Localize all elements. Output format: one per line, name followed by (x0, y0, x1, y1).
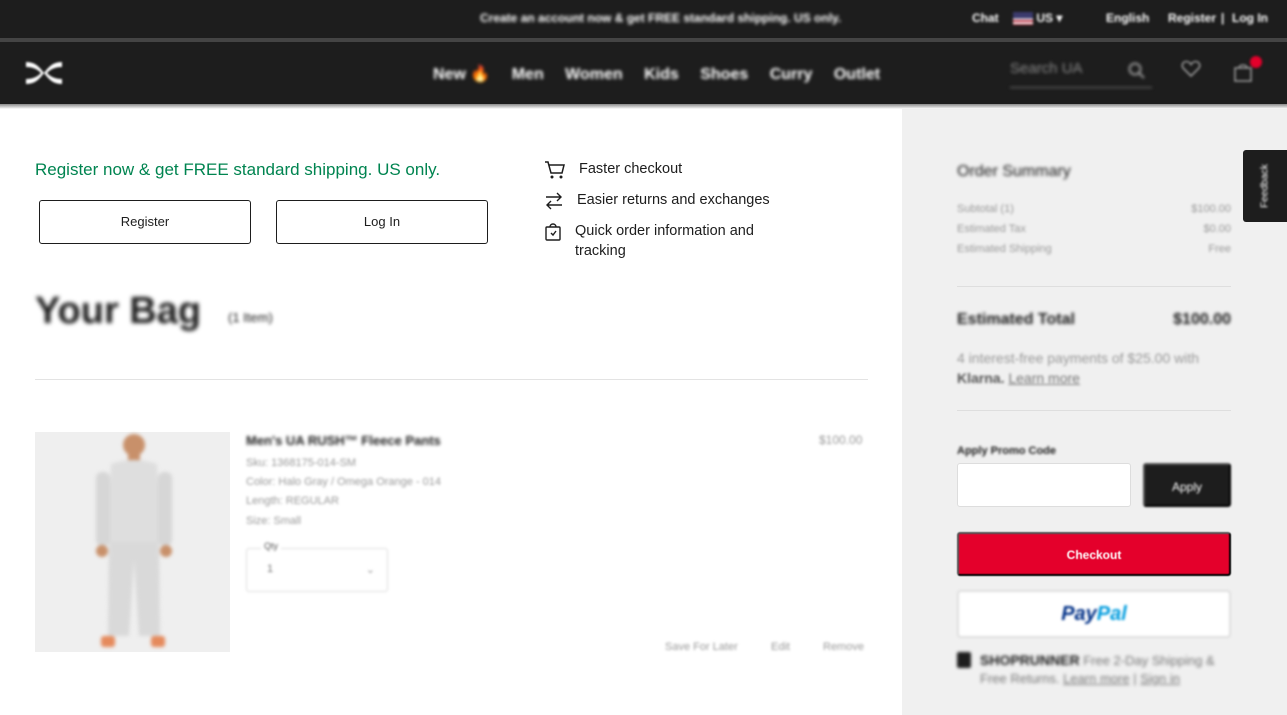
login-link[interactable]: Log In (1232, 11, 1268, 25)
shoprunner-icon (957, 652, 971, 668)
search-input[interactable]: Search UA (1010, 60, 1152, 88)
exchange-arrows-icon (546, 192, 562, 210)
remove-link[interactable]: Remove (823, 641, 864, 653)
package-icon (545, 223, 561, 241)
page-title: Your Bag (35, 290, 202, 332)
us-flag-icon (1013, 12, 1033, 26)
summary-value: Free (1208, 243, 1231, 255)
shoprunner-brand: SHOPRUNNER (980, 652, 1080, 668)
summary-label: Estimated Tax (957, 223, 1026, 235)
paypal-logo-pal: Pal (1096, 603, 1127, 625)
chevron-down-icon: ▾ (1056, 11, 1063, 25)
total-value: $100.00 (1173, 311, 1231, 328)
nav-item-curry[interactable]: Curry (770, 66, 813, 83)
summary-row-subtotal: Subtotal (1) $100.00 (957, 203, 1231, 215)
divider (957, 410, 1231, 411)
benefit-label: Faster checkout (579, 161, 683, 177)
country-selector[interactable]: US ▾ (1013, 11, 1063, 26)
nav-item-shoes[interactable]: Shoes (700, 66, 748, 83)
cart-icon (545, 161, 565, 179)
edit-link[interactable]: Edit (771, 641, 790, 653)
summary-value: $0.00 (1203, 223, 1231, 235)
language-link[interactable]: English (1106, 11, 1149, 25)
heart-icon[interactable] (1181, 60, 1201, 83)
product-photo-icon (96, 434, 172, 647)
paypal-logo-pay: Pay (1061, 603, 1097, 625)
product-color: Color: Halo Gray / Omega Orange - 014 (246, 476, 442, 488)
nav-item-new[interactable]: New 🔥 (433, 66, 490, 83)
nav-item-men[interactable]: Men (512, 66, 544, 83)
nav-item-kids[interactable]: Kids (644, 66, 679, 83)
item-count: (1 Item) (228, 310, 273, 325)
klarna-text: 4 interest-free payments of $25.00 with (957, 350, 1200, 366)
divider: | (1133, 671, 1137, 686)
shoprunner-signin-link[interactable]: Sign in (1140, 671, 1180, 686)
register-headline: Register now & get FREE standard shippin… (35, 160, 441, 179)
promo-text: Create an account now & get FREE standar… (480, 11, 842, 25)
shoprunner-learn-more-link[interactable]: Learn more (1063, 671, 1129, 686)
cart-count-badge (1250, 56, 1262, 68)
benefit-label: tracking (575, 243, 626, 259)
chat-link[interactable]: Chat (972, 11, 999, 25)
nav-links: New 🔥 Men Women Kids Shoes Curry Outlet (433, 64, 897, 84)
checkout-button[interactable]: Checkout (957, 532, 1231, 576)
klarna-message: 4 interest-free payments of $25.00 with … (957, 348, 1231, 388)
divider (35, 379, 868, 380)
feedback-tab[interactable]: Feedback (1243, 150, 1287, 222)
quantity-label: Qty (261, 541, 282, 551)
summary-row-shipping: Estimated Shipping Free (957, 243, 1231, 255)
total-label: Estimated Total (957, 311, 1075, 328)
main-nav: New 🔥 Men Women Kids Shoes Curry Outlet … (0, 42, 1287, 104)
promo-code-label: Apply Promo Code (957, 445, 1057, 457)
summary-row-tax: Estimated Tax $0.00 (957, 223, 1231, 235)
product-sku: Sku: 1368175-014-SM (246, 457, 357, 469)
benefit-label: Easier returns and exchanges (577, 192, 770, 208)
save-for-later-link[interactable]: Save For Later (665, 641, 738, 653)
apply-promo-button[interactable]: Apply (1143, 463, 1231, 507)
summary-label: Estimated Shipping (957, 243, 1052, 255)
login-button[interactable]: Log In (276, 200, 488, 244)
product-length: Length: REGULAR (246, 495, 339, 507)
benefit-label: Quick order information and (575, 223, 754, 239)
bag-icon[interactable] (1233, 56, 1262, 87)
nav-item-outlet[interactable]: Outlet (834, 66, 880, 83)
chevron-down-icon: ⌄ (365, 564, 375, 576)
quantity-select[interactable]: Qty 1 ⌄ (246, 541, 388, 592)
ua-logo-icon[interactable] (22, 59, 66, 92)
promo-code-input[interactable] (957, 463, 1131, 507)
product-size: Size: Small (246, 515, 302, 527)
search-icon[interactable] (1128, 62, 1146, 84)
nav-item-women[interactable]: Women (565, 66, 622, 83)
klarna-learn-more-link[interactable]: Learn more (1008, 370, 1080, 386)
summary-value: $100.00 (1191, 203, 1231, 215)
register-button[interactable]: Register (39, 200, 251, 244)
summary-label: Subtotal (1) (957, 203, 1014, 215)
klarna-brand: Klarna. (957, 370, 1005, 386)
feedback-label: Feedback (1259, 164, 1271, 208)
product-image[interactable] (35, 432, 230, 652)
order-summary-title: Order Summary (957, 163, 1071, 180)
quantity-value: 1 (267, 563, 274, 575)
search-placeholder: Search UA (1010, 60, 1083, 77)
paypal-button[interactable]: PayPal (957, 590, 1231, 638)
estimated-total: Estimated Total $100.00 (957, 311, 1231, 329)
divider (957, 286, 1231, 287)
country-code: US (1036, 11, 1054, 25)
product-price: $100.00 (819, 433, 863, 447)
divider: | (1221, 11, 1225, 25)
top-promo-bar: Create an account now & get FREE standar… (0, 0, 1287, 38)
product-name[interactable]: Men's UA RUSH™ Fleece Pants (246, 433, 441, 448)
register-link[interactable]: Register (1168, 11, 1216, 25)
